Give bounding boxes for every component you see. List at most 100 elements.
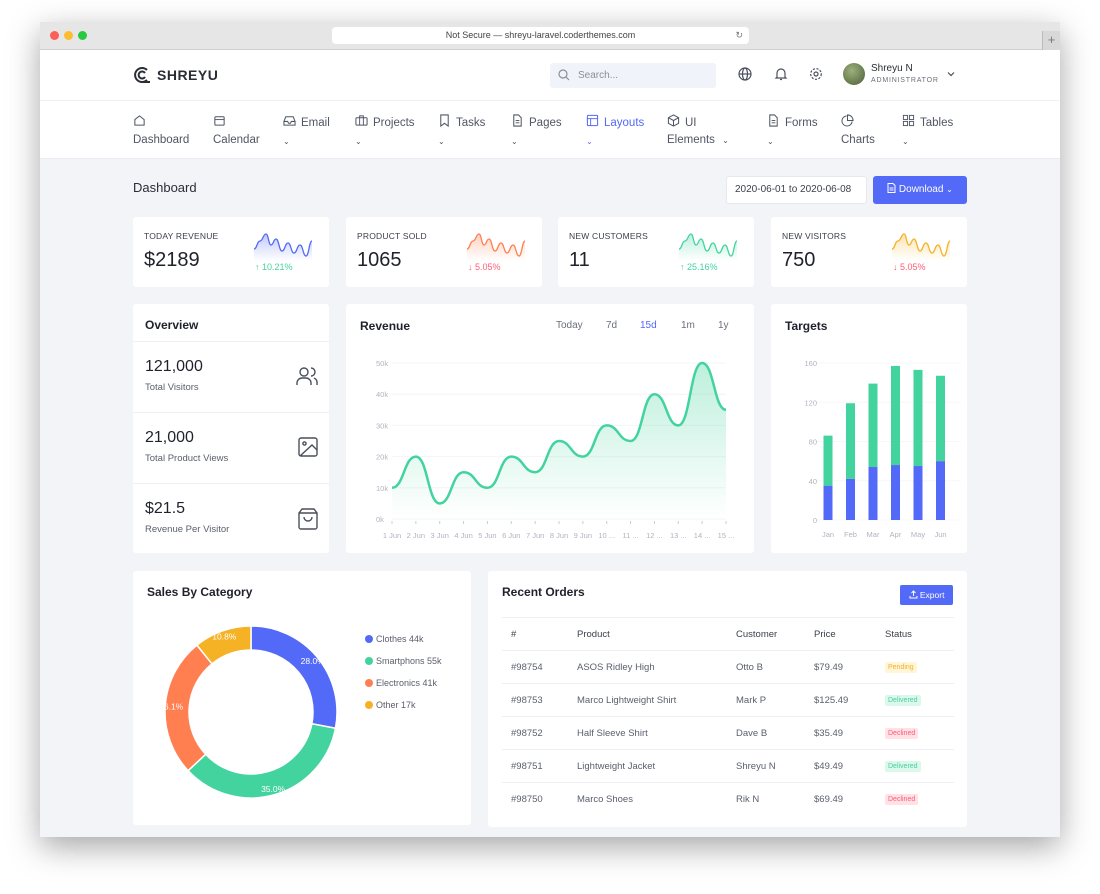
x-tick-label: 5 Jun <box>478 531 496 540</box>
new-tab-button[interactable]: + <box>1042 31 1060 50</box>
overview-label: Revenue Per Visitor <box>145 524 230 535</box>
order-price: $49.49 <box>805 749 876 783</box>
search-input[interactable]: Search... <box>550 63 716 88</box>
menu-item-ui-elements[interactable]: UI Elements ⌄ <box>667 114 729 149</box>
legend-dot <box>365 635 373 643</box>
menu-item-tables[interactable]: Tables ⌄ <box>902 114 953 150</box>
table-row[interactable]: #98751 Lightweight Jacket Shreyu N $49.49 De… <box>502 749 954 783</box>
chevron-down-icon[interactable] <box>946 69 956 79</box>
reload-icon[interactable]: ↻ <box>735 27 743 44</box>
sparkline <box>253 233 313 261</box>
user-name[interactable]: Shreyu N <box>871 63 913 74</box>
column-header: Status <box>876 617 954 651</box>
table-row[interactable]: #98750 Marco Shoes Rik N $69.49 Declined <box>502 782 954 816</box>
order-id: #98751 <box>502 749 568 783</box>
menu-item-calendar[interactable]: Calendar <box>213 114 260 149</box>
table-row[interactable]: #98752 Half Sleeve Shirt Dave B $35.49 Decli… <box>502 716 954 750</box>
order-product: Half Sleeve Shirt <box>568 716 727 750</box>
y-tick-label: 10k <box>376 484 388 493</box>
topbar: SHREYU Search... Shreyu N ADMINISTRATOR <box>40 50 1060 101</box>
overview-item: $21.5 Revenue Per Visitor <box>133 483 329 554</box>
table-row[interactable]: #98754 ASOS Ridley High Otto B $79.49 Pendin… <box>502 650 954 684</box>
browser-titlebar: Not Secure — shreyu-laravel.coderthemes.… <box>40 22 1060 50</box>
status-badge: Delivered <box>885 695 921 706</box>
calendar-icon <box>214 116 225 126</box>
y-tick-label: 0k <box>376 515 384 524</box>
legend-item[interactable]: Clothes 44k <box>365 634 424 644</box>
bell-icon[interactable] <box>774 67 788 81</box>
x-tick-label: 12 ... <box>646 531 663 540</box>
order-product: Marco Lightweight Shirt <box>568 683 727 717</box>
stat-value: 1065 <box>357 249 402 271</box>
stat-change: ↑ 10.21% <box>255 262 293 272</box>
chevron-down-icon: ⌄ <box>902 137 909 146</box>
layout-icon <box>586 114 599 127</box>
chevron-down-icon: ⌄ <box>946 185 953 194</box>
chevron-down-icon: ⌄ <box>283 137 290 146</box>
order-price: $125.49 <box>805 683 876 717</box>
close-window-button[interactable] <box>50 31 59 40</box>
download-button[interactable]: Download ⌄ <box>873 176 967 204</box>
menu-label: Layouts <box>604 117 645 129</box>
menu-item-layouts[interactable]: Layouts ⌄ <box>586 114 644 150</box>
maximize-window-button[interactable] <box>78 31 87 40</box>
y-tick-label: 0 <box>813 516 817 525</box>
main-menu: Dashboard Calendar Email ⌄ Projects ⌄ Tasks ⌄ Pa… <box>40 101 1060 159</box>
legend-item[interactable]: Other 17k <box>365 700 416 710</box>
menu-item-tasks[interactable]: Tasks ⌄ <box>438 114 485 150</box>
image-icon <box>298 437 318 457</box>
arrow-down-icon: ↓ <box>468 262 473 272</box>
table-row[interactable]: #98753 Marco Lightweight Shirt Mark P $125.… <box>502 683 954 717</box>
order-customer: Dave B <box>727 716 805 750</box>
x-tick-label: May <box>911 530 925 539</box>
legend-dot <box>365 679 373 687</box>
y-tick-label: 160 <box>804 359 817 368</box>
url-text: Not Secure — shreyu-laravel.coderthemes.… <box>445 30 636 40</box>
logo[interactable]: SHREYU <box>133 66 218 84</box>
targets-card: Targets 0 40 80 120 160 Jan Feb Mar Apr May Jun <box>771 304 967 553</box>
minimize-window-button[interactable] <box>64 31 73 40</box>
menu-label: Projects <box>373 117 415 129</box>
overview-card: Overview 121,000 Total Visitors 21,000 T… <box>133 304 329 553</box>
chevron-down-icon: ⌄ <box>355 137 362 146</box>
address-bar[interactable]: Not Secure — shreyu-laravel.coderthemes.… <box>332 27 749 44</box>
legend-item[interactable]: Electronics 41k <box>365 678 437 688</box>
menu-item-forms[interactable]: Forms ⌄ <box>767 114 818 150</box>
inbox-icon <box>283 116 296 126</box>
search-icon <box>558 69 570 81</box>
globe-icon[interactable] <box>738 67 752 81</box>
x-tick-label: 8 Jun <box>550 531 568 540</box>
x-tick-label: Apr <box>890 530 902 539</box>
overview-value: $21.5 <box>145 500 186 517</box>
menu-item-projects[interactable]: Projects ⌄ <box>355 114 415 150</box>
legend-dot <box>365 701 373 709</box>
y-tick-label: 30k <box>376 421 388 430</box>
column-header: # <box>502 617 568 651</box>
file-icon <box>513 114 522 127</box>
x-tick-label: 11 ... <box>623 531 639 540</box>
stat-card: TODAY REVENUE $2189 ↑ 10.21% <box>133 217 329 287</box>
export-button[interactable]: Export <box>900 585 953 605</box>
menu-item-dashboard[interactable]: Dashboard <box>133 114 189 149</box>
status-badge: Declined <box>885 728 919 739</box>
order-status-cell: Delivered <box>876 683 954 717</box>
menu-item-pages[interactable]: Pages ⌄ <box>511 114 562 150</box>
menu-item-email[interactable]: Email ⌄ <box>283 114 330 150</box>
sparkline <box>891 233 951 261</box>
menu-item-charts[interactable]: Charts <box>841 114 875 149</box>
date-range-input[interactable]: 2020-06-01 to 2020-06-08 <box>726 176 867 204</box>
y-tick-label: 80 <box>809 438 817 447</box>
avatar[interactable] <box>843 63 865 85</box>
file-icon <box>887 183 896 193</box>
order-status-cell: Delivered <box>876 749 954 783</box>
overview-label: Total Product Views <box>145 453 229 464</box>
gear-icon[interactable] <box>809 67 823 81</box>
menu-label: Elements <box>667 134 715 146</box>
stat-card: NEW VISITORS 750 ↓ 5.05% <box>771 217 967 287</box>
users-icon <box>296 367 318 385</box>
status-badge: Declined <box>885 794 919 806</box>
chevron-down-icon: ⌄ <box>438 137 445 146</box>
stat-change: ↓ 5.05% <box>468 262 501 272</box>
legend-item[interactable]: Smartphons 55k <box>365 656 442 666</box>
x-tick-label: 3 Jun <box>431 531 449 540</box>
